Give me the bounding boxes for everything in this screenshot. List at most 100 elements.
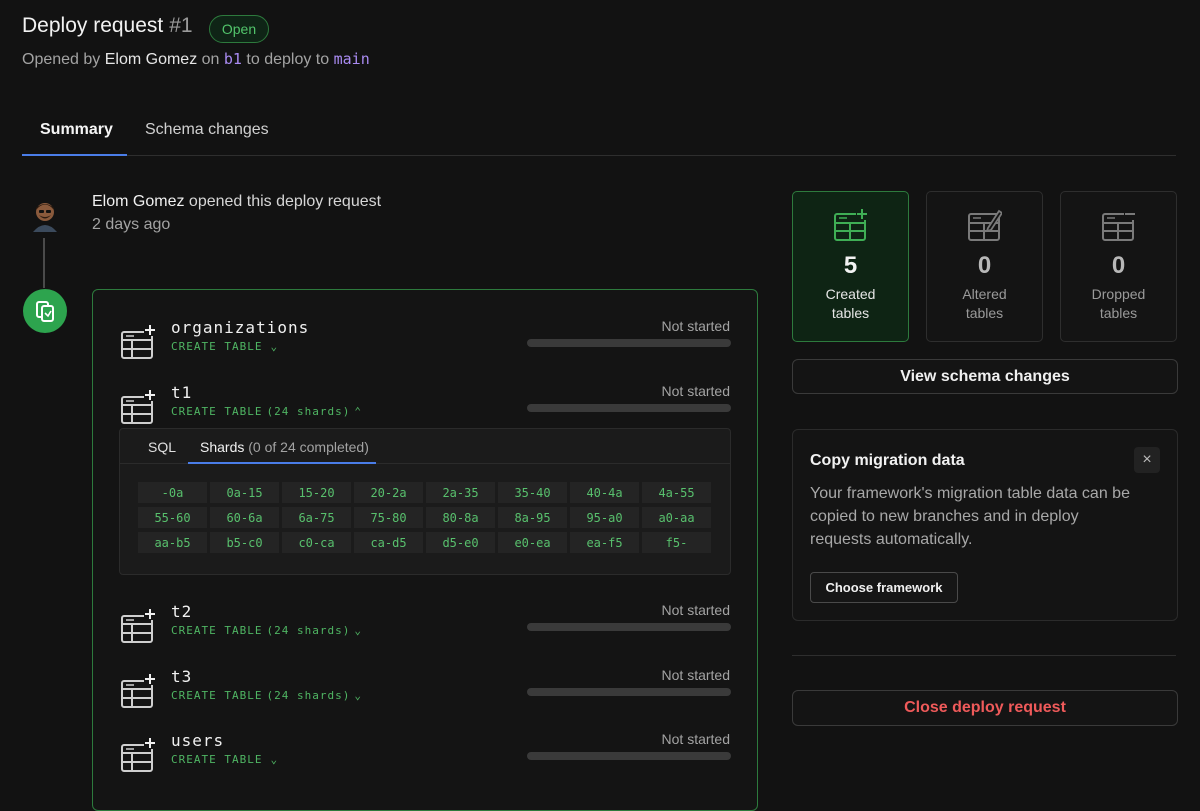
chevron-down-icon: ⌄ — [270, 340, 279, 353]
table-plus-icon — [121, 737, 156, 772]
page-title: Deploy request #1 — [22, 14, 193, 38]
shard-cell[interactable]: 4a-55 — [642, 482, 711, 503]
stat-altered-tables[interactable]: 0 Altered tables — [926, 191, 1043, 342]
table-op: CREATE TABLE — [171, 689, 263, 702]
stat-label-line1: Dropped — [1091, 286, 1146, 302]
from-branch-link[interactable]: b1 — [224, 50, 242, 68]
stat-value: 5 — [843, 252, 858, 279]
chevron-up-icon: ⌃ — [354, 405, 362, 418]
shard-cell[interactable]: 8a-95 — [498, 507, 567, 528]
table-plus-icon — [121, 389, 156, 424]
table-op-toggle[interactable]: CREATE TABLE (24 shards) ⌄ — [171, 689, 362, 702]
table-status: Not started — [661, 602, 730, 618]
copy-card-description: Your framework's migration table data ca… — [810, 485, 1130, 548]
stat-label-line2: tables — [965, 305, 1004, 321]
copy-migration-card: Copy migration data × Your framework's m… — [792, 429, 1178, 621]
table-shards: (24 shards) — [266, 405, 351, 418]
table-row: t1 CREATE TABLE (24 shards) ⌃ Not starte… — [93, 377, 757, 435]
stat-label-line2: tables — [831, 305, 870, 321]
choose-framework-button[interactable]: Choose framework — [810, 572, 958, 603]
stat-dropped-tables[interactable]: 0 Dropped tables — [1060, 191, 1177, 342]
deploy-icon — [36, 301, 54, 322]
shard-cell[interactable]: 6a-75 — [282, 507, 351, 528]
table-name: organizations — [171, 318, 310, 337]
tab-shards-progress: (0 of 24 completed) — [248, 439, 369, 455]
close-deploy-request-button[interactable]: Close deploy request — [792, 690, 1178, 726]
timeline-connector — [43, 238, 45, 288]
table-name: users — [171, 731, 225, 750]
table-name: t2 — [171, 602, 193, 621]
shard-cell[interactable]: 2a-35 — [426, 482, 495, 503]
table-plus-icon — [121, 324, 156, 359]
shard-cell[interactable]: e0-ea — [498, 532, 567, 553]
shard-cell[interactable]: 20-2a — [354, 482, 423, 503]
stat-label: Created tables — [793, 285, 908, 323]
table-status: Not started — [661, 731, 730, 747]
table-op-toggle[interactable]: CREATE TABLE (24 shards) ⌄ — [171, 624, 362, 637]
shard-cell[interactable]: b5-c0 — [210, 532, 279, 553]
chevron-down-icon: ⌄ — [354, 624, 362, 637]
subtitle-author[interactable]: Elom Gomez — [105, 51, 197, 68]
subtitle-on: on — [201, 51, 220, 68]
shard-cell[interactable]: 80-8a — [426, 507, 495, 528]
to-branch-link[interactable]: main — [334, 50, 370, 68]
tab-shards-label: Shards — [200, 439, 245, 455]
tab-active-indicator — [22, 154, 127, 156]
table-minus-icon — [1102, 208, 1136, 241]
table-name: t3 — [171, 667, 193, 686]
table-status: Not started — [661, 318, 730, 334]
stat-label: Dropped tables — [1061, 285, 1176, 323]
shard-cell[interactable]: 35-40 — [498, 482, 567, 503]
progress-bar — [527, 688, 731, 696]
table-row: organizations CREATE TABLE ⌄ Not started — [93, 312, 757, 370]
shard-cell[interactable]: d5-e0 — [426, 532, 495, 553]
stat-created-tables[interactable]: 5 Created tables — [792, 191, 909, 342]
table-row: t2 CREATE TABLE (24 shards) ⌄ Not starte… — [93, 596, 757, 654]
shard-cell[interactable]: 0a-15 — [210, 482, 279, 503]
progress-bar — [527, 623, 731, 631]
stat-label-line2: tables — [1099, 305, 1138, 321]
subtitle-prefix: Opened by — [22, 51, 101, 68]
shard-cell[interactable]: 40-4a — [570, 482, 639, 503]
shard-cell[interactable]: aa-b5 — [138, 532, 207, 553]
shard-cell[interactable]: ca-d5 — [354, 532, 423, 553]
event-author[interactable]: Elom Gomez — [92, 193, 184, 210]
table-status: Not started — [661, 667, 730, 683]
tab-shards[interactable]: Shards (0 of 24 completed) — [200, 439, 369, 455]
event-text: Elom Gomez opened this deploy request — [92, 193, 381, 211]
stat-value: 0 — [977, 252, 992, 279]
shard-cell[interactable]: ea-f5 — [570, 532, 639, 553]
table-edit-icon — [968, 209, 1002, 241]
progress-bar — [527, 752, 731, 760]
shard-cell[interactable]: 55-60 — [138, 507, 207, 528]
table-op-toggle[interactable]: CREATE TABLE (24 shards) ⌃ — [171, 405, 362, 418]
shard-cell[interactable]: c0-ca — [282, 532, 351, 553]
table-op-toggle[interactable]: CREATE TABLE ⌄ — [171, 340, 278, 353]
table-op: CREATE TABLE — [171, 405, 263, 418]
stat-value: 0 — [1111, 252, 1126, 279]
request-number: #1 — [169, 14, 193, 37]
shard-cell[interactable]: 95-a0 — [570, 507, 639, 528]
tab-schema-changes[interactable]: Schema changes — [145, 121, 269, 139]
shard-cell[interactable]: f5- — [642, 532, 711, 553]
close-icon[interactable]: × — [1134, 447, 1160, 473]
table-plus-icon — [121, 608, 156, 643]
table-op-toggle[interactable]: CREATE TABLE ⌄ — [171, 753, 278, 766]
tabs-divider — [22, 155, 1176, 156]
shard-grid: -0a 0a-15 15-20 20-2a 2a-35 35-40 40-4a 4a-55 55… — [138, 482, 711, 553]
table-shards: (24 shards) — [266, 624, 351, 637]
shard-cell[interactable]: a0-aa — [642, 507, 711, 528]
event-action: opened this deploy request — [188, 193, 382, 210]
tab-summary[interactable]: Summary — [40, 121, 113, 139]
shard-cell[interactable]: 75-80 — [354, 507, 423, 528]
shard-cell[interactable]: -0a — [138, 482, 207, 503]
page-title-text: Deploy request — [22, 14, 164, 37]
tab-sql[interactable]: SQL — [148, 439, 176, 455]
copy-card-title: Copy migration data — [810, 452, 965, 469]
view-schema-changes-button[interactable]: View schema changes — [792, 359, 1178, 394]
table-op: CREATE TABLE — [171, 340, 263, 353]
avatar — [33, 203, 57, 232]
tab-active-indicator — [188, 462, 376, 464]
shard-cell[interactable]: 60-6a — [210, 507, 279, 528]
shard-cell[interactable]: 15-20 — [282, 482, 351, 503]
